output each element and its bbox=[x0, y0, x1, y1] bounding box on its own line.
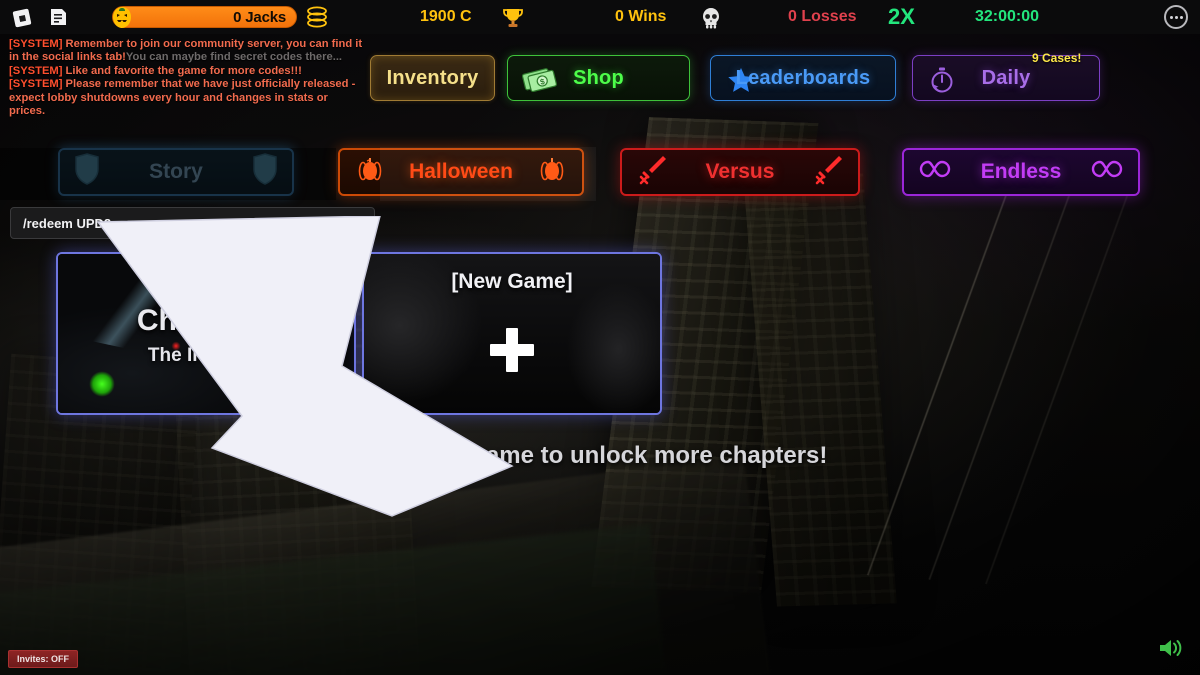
trophy-icon bbox=[498, 4, 528, 32]
new-game-card[interactable]: [New Game] bbox=[362, 252, 662, 415]
mode-tab-halloween[interactable]: Halloween bbox=[338, 147, 596, 201]
invites-toggle-button[interactable]: Invites: OFF bbox=[8, 650, 78, 668]
chat-prefix: [SYSTEM] bbox=[9, 64, 63, 77]
mode-label-endless: Endless bbox=[980, 160, 1062, 183]
multiplier-badge: 2X bbox=[888, 4, 915, 29]
send-arrow-icon[interactable] bbox=[338, 214, 374, 232]
shop-button[interactable]: $ Shop bbox=[507, 55, 690, 101]
chat-log: [SYSTEM] Remember to join our community … bbox=[9, 38, 367, 118]
inventory-label: Inventory bbox=[386, 66, 479, 89]
sword-icon bbox=[812, 153, 844, 191]
losses-counter: 0 Losses bbox=[788, 8, 857, 25]
mode-tab-endless[interactable]: Endless bbox=[902, 148, 1140, 196]
event-timer: 32:00:00 bbox=[975, 8, 1040, 25]
unlock-hint-text: Play the game to unlock more chapters! bbox=[372, 442, 828, 469]
speaker-icon[interactable] bbox=[1156, 635, 1186, 661]
chat-message: [SYSTEM] Please remember that we have ju… bbox=[9, 78, 367, 118]
chat-faint-text: You can maybe find secret codes there... bbox=[125, 51, 343, 64]
chat-input[interactable]: /redeem UPD2 bbox=[10, 207, 375, 239]
save-slot-cards: Chapter 1 The Invasion [New Game] bbox=[0, 252, 1200, 422]
coin-stack-icon bbox=[302, 4, 332, 32]
pumpkin-icon bbox=[354, 154, 386, 190]
shop-label: Shop bbox=[573, 66, 624, 89]
skull-icon bbox=[697, 5, 725, 31]
mode-tabs: Story Halloween Versus Endless bbox=[0, 147, 1200, 201]
chat-input-value[interactable]: /redeem UPD2 bbox=[11, 216, 338, 231]
wins-counter: 0 Wins bbox=[615, 8, 667, 25]
roblox-logo-icon[interactable] bbox=[10, 4, 36, 30]
chat-prefix: [SYSTEM] bbox=[9, 78, 63, 91]
chat-message: [SYSTEM] Remember to join our community … bbox=[9, 38, 367, 65]
chat-prefix: [SYSTEM] bbox=[9, 38, 63, 50]
chat-message: [SYSTEM] Like and favorite the game for … bbox=[9, 65, 367, 78]
jacks-counter: 0 Jacks bbox=[112, 6, 297, 28]
mode-label-versus: Versus bbox=[705, 160, 775, 183]
ellipsis-icon[interactable] bbox=[1164, 5, 1188, 29]
jacks-value: 0 Jacks bbox=[233, 8, 286, 26]
chapter-card[interactable]: Chapter 1 The Invasion bbox=[56, 252, 356, 415]
new-game-card-title: [New Game] bbox=[451, 270, 573, 293]
leaderboards-label: Leaderboards bbox=[735, 66, 871, 89]
pumpkin-icon bbox=[536, 154, 568, 190]
mode-tab-versus[interactable]: Versus bbox=[620, 148, 860, 196]
infinity-icon bbox=[1090, 158, 1124, 186]
story-tab-dim-overlay bbox=[0, 148, 336, 200]
infinity-icon bbox=[918, 158, 952, 186]
chapter-card-title: Chapter 1 bbox=[136, 304, 276, 337]
sword-icon bbox=[636, 153, 668, 191]
invites-label: Invites: OFF bbox=[16, 654, 69, 664]
chapter-card-subtitle: The Invasion bbox=[147, 345, 265, 366]
mode-label-halloween: Halloween bbox=[409, 160, 513, 183]
inventory-button[interactable]: Inventory bbox=[370, 55, 495, 101]
plus-icon bbox=[490, 328, 534, 372]
leaderboards-button[interactable]: Leaderboards bbox=[710, 55, 896, 101]
stopwatch-icon bbox=[927, 66, 957, 94]
chat-text: Like and favorite the game for more code… bbox=[62, 64, 302, 77]
chat-icon[interactable] bbox=[45, 4, 71, 30]
daily-label: Daily bbox=[981, 66, 1031, 89]
coin-counter: 1900 C bbox=[420, 8, 472, 25]
money-icon: $ bbox=[520, 65, 564, 95]
daily-cases-badge: 9 Cases! bbox=[1032, 51, 1082, 65]
pumpkin-icon bbox=[108, 3, 138, 31]
top-status-bar: 0 Jacks 1900 C 0 Wins 0 Losses 2X 32:00:… bbox=[0, 0, 1200, 34]
